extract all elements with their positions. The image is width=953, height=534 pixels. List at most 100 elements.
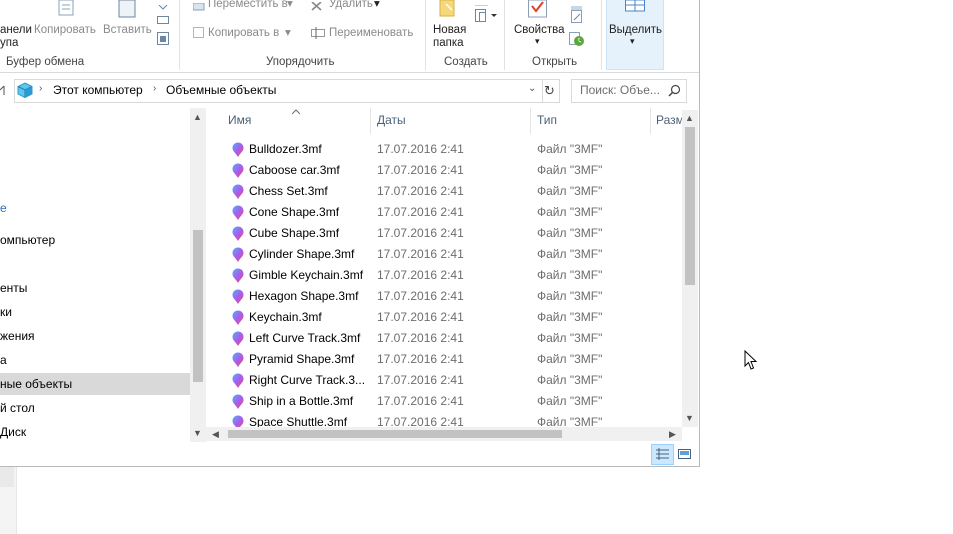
file-row[interactable]: Ship in a Bottle.3mf 17.07.2016 2:41 Файл … — [226, 391, 682, 412]
vertical-scrollbar-thumb[interactable] — [685, 127, 695, 285]
select-button-container[interactable]: Выделить ▾ — [606, 0, 664, 70]
new-folder-icon[interactable] — [438, 0, 458, 18]
sort-ascending-icon — [291, 104, 301, 115]
file-name: Cube Shape.3mf — [249, 226, 340, 240]
file-row[interactable]: Chess Set.3mf 17.07.2016 2:41 Файл "3MF" — [226, 181, 682, 202]
breadcrumb-this-pc[interactable]: Этот компьютер — [53, 83, 143, 97]
open-icon[interactable] — [570, 0, 584, 10]
details-view-button[interactable] — [651, 444, 674, 465]
details-view-icon — [656, 448, 669, 460]
file-date: 17.07.2016 2:41 — [377, 394, 464, 408]
copy-to-chevron-icon[interactable]: ▾ — [285, 25, 291, 39]
file-row[interactable]: Pyramid Shape.3mf 17.07.2016 2:41 Файл "3M… — [226, 349, 682, 370]
file-name: Caboose car.3mf — [249, 163, 340, 177]
cut-icon[interactable] — [157, 0, 169, 10]
background-window-edge-dark — [0, 467, 14, 487]
copy-button[interactable]: Копировать — [34, 24, 96, 36]
rename-button[interactable]: Переименовать — [329, 27, 413, 39]
file-name: Cone Shape.3mf — [249, 205, 340, 219]
file-row[interactable]: Right Curve Track.3... 17.07.2016 2:41 Фай… — [226, 370, 682, 391]
search-input[interactable]: Поиск: Объе... — [571, 79, 687, 103]
3mf-file-icon — [232, 163, 244, 178]
properties-chevron-icon[interactable]: ▾ — [535, 36, 540, 47]
horizontal-scrollbar-thumb[interactable] — [228, 430, 562, 438]
scroll-down-icon[interactable]: ▼ — [685, 413, 694, 423]
nav-scroll-up-icon[interactable]: ▲ — [193, 112, 202, 122]
file-type: Файл "3MF" — [537, 394, 603, 408]
file-row[interactable]: Cube Shape.3mf 17.07.2016 2:41 Файл "3MF" — [226, 223, 682, 244]
move-to-chevron-icon[interactable]: ▾ — [287, 0, 293, 10]
move-to-icon[interactable] — [192, 0, 205, 11]
up-arrow-icon[interactable] — [0, 82, 10, 96]
file-row[interactable]: Cone Shape.3mf 17.07.2016 2:41 Файл "3MF" — [226, 202, 682, 223]
3mf-file-icon — [232, 310, 244, 325]
new-folder-button[interactable]: Новая — [433, 24, 466, 36]
column-header-size[interactable]: Разм — [656, 113, 684, 127]
file-type: Файл "3MF" — [537, 247, 603, 261]
copy-icon[interactable] — [55, 0, 77, 17]
copy-path-icon[interactable] — [157, 13, 169, 24]
properties-icon[interactable] — [528, 0, 548, 18]
copy-to-button[interactable]: Копировать в — [208, 27, 279, 39]
column-divider[interactable] — [530, 108, 531, 134]
column-header-type[interactable]: Тип — [537, 113, 557, 127]
scroll-up-icon[interactable]: ▲ — [685, 113, 694, 123]
file-row[interactable]: Hexagon Shape.3mf 17.07.2016 2:41 Файл "3M… — [226, 286, 682, 307]
3mf-file-icon — [232, 352, 244, 367]
address-bar[interactable]: › Этот компьютер › Объемные объекты ⌄ — [14, 79, 543, 103]
copy-to-icon[interactable] — [193, 27, 205, 39]
3mf-file-icon — [232, 205, 244, 220]
pin-quick-access-label[interactable]: анели — [0, 24, 32, 36]
ribbon-separator — [179, 0, 180, 70]
column-divider[interactable] — [370, 108, 371, 134]
file-name: Chess Set.3mf — [249, 184, 328, 198]
paste-button[interactable]: Вставить — [103, 24, 152, 36]
file-list-vertical-scrollbar[interactable]: ▲ ▼ — [682, 110, 698, 427]
3mf-file-icon — [232, 226, 244, 241]
column-header-date[interactable]: Даты — [377, 113, 406, 127]
file-type: Файл "3MF" — [537, 310, 603, 324]
file-list-horizontal-scrollbar[interactable]: ◀ ▶ — [206, 427, 682, 441]
scroll-right-icon[interactable]: ▶ — [669, 429, 676, 439]
delete-chevron-icon[interactable]: ▾ — [374, 0, 380, 10]
file-row[interactable]: Cylinder Shape.3mf 17.07.2016 2:41 Файл "3… — [226, 244, 682, 265]
file-type: Файл "3MF" — [537, 226, 603, 240]
delete-button[interactable]: Удалить — [329, 0, 373, 10]
properties-button[interactable]: Свойства — [514, 24, 565, 36]
new-item-icon[interactable] — [474, 9, 500, 23]
history-icon[interactable] — [569, 32, 585, 47]
file-row[interactable]: Keychain.3mf 17.07.2016 2:41 Файл "3MF" — [226, 307, 682, 328]
nav-scroll-down-icon[interactable]: ▼ — [193, 428, 202, 438]
breadcrumb-3d-objects[interactable]: Объемные объекты — [166, 83, 276, 97]
delete-icon[interactable] — [311, 0, 323, 11]
file-row[interactable]: Caboose car.3mf 17.07.2016 2:41 Файл "3MF" — [226, 160, 682, 181]
3mf-file-icon — [232, 184, 244, 199]
file-row[interactable]: Left Curve Track.3mf 17.07.2016 2:41 Файл … — [226, 328, 682, 349]
column-divider[interactable] — [650, 108, 651, 134]
file-date: 17.07.2016 2:41 — [377, 331, 464, 345]
breadcrumb-chevron-icon[interactable]: › — [39, 83, 42, 94]
file-type: Файл "3MF" — [537, 331, 603, 345]
file-row[interactable]: Bulldozer.3mf 17.07.2016 2:41 Файл "3MF" — [226, 139, 682, 160]
paste-shortcut-icon[interactable] — [157, 32, 169, 45]
scroll-left-icon[interactable]: ◀ — [212, 429, 219, 439]
paste-icon[interactable] — [116, 0, 138, 18]
refresh-button[interactable]: ↻ — [541, 79, 560, 103]
easy-access-icon[interactable] — [475, 0, 489, 6]
address-dropdown-chevron-icon[interactable]: ⌄ — [528, 83, 536, 94]
select-icon — [625, 0, 645, 12]
breadcrumb-chevron-icon[interactable]: › — [153, 83, 156, 94]
move-to-button[interactable]: Переместить в — [208, 0, 288, 10]
large-icons-view-button[interactable] — [675, 445, 694, 463]
new-folder-button-line2[interactable]: папка — [433, 37, 464, 49]
select-button[interactable]: Выделить — [609, 24, 662, 36]
rename-icon[interactable] — [311, 27, 325, 39]
column-header-name[interactable]: Имя — [228, 113, 251, 127]
file-row[interactable]: Gimble Keychain.3mf 17.07.2016 2:41 Файл "… — [226, 265, 682, 286]
select-chevron-icon[interactable]: ▾ — [630, 36, 635, 47]
file-date: 17.07.2016 2:41 — [377, 205, 464, 219]
file-row[interactable]: Space Shuttle.3mf 17.07.2016 2:41 Файл "3M… — [226, 412, 682, 428]
edit-icon[interactable] — [570, 10, 584, 24]
search-icon[interactable] — [668, 84, 681, 97]
pin-quick-access-label-2[interactable]: упа — [0, 37, 18, 49]
